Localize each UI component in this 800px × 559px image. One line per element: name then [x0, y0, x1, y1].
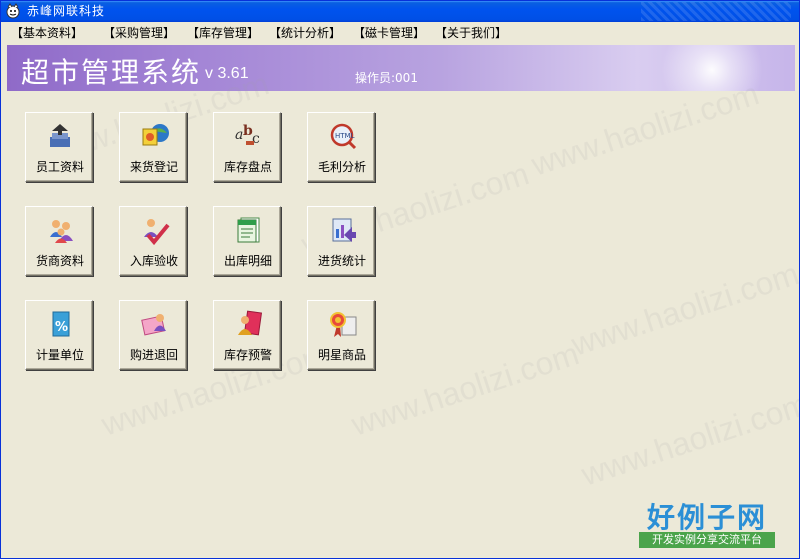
checkin-button[interactable]: 入库验收 — [119, 206, 187, 276]
profit-analysis-icon: HTML — [330, 123, 357, 150]
system-title: 超市管理系统 — [21, 56, 202, 89]
unit-button[interactable]: % 计量单位 — [25, 300, 93, 370]
logo-subtitle: 开发实例分享交流平台 — [639, 532, 775, 548]
menu-basic-data[interactable]: 【基本资料】 — [9, 22, 85, 44]
outbound-detail-button[interactable]: 出库明细 — [213, 206, 281, 276]
purchase-return-button[interactable]: 购进退回 — [119, 300, 187, 370]
site-logo: 好例子网 开发实例分享交流平台 — [637, 496, 777, 554]
main-window: 赤峰网联科技 【基本资料】 【采购管理】 【库存管理】 【统计分析】 【磁卡管理… — [0, 0, 800, 559]
purchase-stats-icon — [332, 218, 356, 242]
watermark: www.haolizi.com — [567, 255, 800, 363]
profit-analysis-button[interactable]: HTML 毛利分析 — [307, 112, 375, 182]
tile-label: 库存盘点 — [223, 160, 272, 174]
goods-register-icon — [142, 124, 169, 146]
tile-label: 明星商品 — [317, 348, 366, 362]
supplier-icon — [50, 220, 73, 243]
svg-text:HTML: HTML — [335, 132, 355, 140]
title-decoration — [641, 2, 791, 21]
menu-bar: 【基本资料】 【采购管理】 【库存管理】 【统计分析】 【磁卡管理】 【关于我们… — [1, 22, 799, 44]
supplier-data-button[interactable]: 货商资料 — [25, 206, 93, 276]
title-bar[interactable]: 赤峰网联科技 — [1, 1, 799, 22]
tile-label: 入库验收 — [129, 254, 178, 268]
menu-purchase-management[interactable]: 【采购管理】 — [101, 22, 177, 44]
employee-data-button[interactable]: 员工资料 — [25, 112, 93, 182]
tile-label: 购进退回 — [129, 348, 178, 362]
watermark: www.haolizi.com — [577, 385, 800, 493]
watermark: www.haolizi.com — [347, 335, 584, 443]
menu-inventory-management[interactable]: 【库存管理】 — [185, 22, 261, 44]
purchase-stats-button[interactable]: 进货统计 — [307, 206, 375, 276]
operator-label: 操作员:001 — [355, 71, 418, 85]
star-product-button[interactable]: 明星商品 — [307, 300, 375, 370]
tile-label: 出库明细 — [223, 254, 272, 268]
window-title: 赤峰网联科技 — [27, 4, 106, 18]
menu-statistics[interactable]: 【统计分析】 — [267, 22, 343, 44]
tile-label: 毛利分析 — [317, 160, 366, 174]
tile-label: 员工资料 — [35, 160, 84, 174]
tile-label: 计量单位 — [35, 348, 84, 362]
svg-text:%: % — [55, 320, 68, 335]
star-product-icon — [330, 312, 357, 337]
unit-icon: % — [52, 311, 70, 337]
watermark: www.haolizi.com — [527, 75, 764, 183]
stock-alert-button[interactable]: 库存预警 — [213, 300, 281, 370]
header-banner: 超市管理系统 v 3.61 操作员:001 — [7, 45, 795, 91]
outbound-detail-icon — [237, 217, 260, 243]
employee-icon — [50, 124, 70, 147]
stock-count-button[interactable]: a b c 库存盘点 — [213, 112, 281, 182]
menu-about-us[interactable]: 【关于我们】 — [433, 22, 509, 44]
tile-label: 来货登记 — [129, 160, 178, 174]
menu-card-management[interactable]: 【磁卡管理】 — [351, 22, 427, 44]
tile-label: 库存预警 — [223, 348, 272, 362]
tile-label: 进货统计 — [317, 254, 366, 268]
goods-register-button[interactable]: 来货登记 — [119, 112, 187, 182]
stock-alert-icon — [238, 310, 263, 336]
stock-count-icon: a b c — [235, 123, 260, 147]
logo-title: 好例子网 — [646, 501, 767, 534]
app-icon — [6, 3, 20, 19]
purchase-return-icon — [141, 314, 166, 336]
tile-label: 货商资料 — [35, 254, 84, 268]
checkin-icon — [144, 219, 170, 245]
